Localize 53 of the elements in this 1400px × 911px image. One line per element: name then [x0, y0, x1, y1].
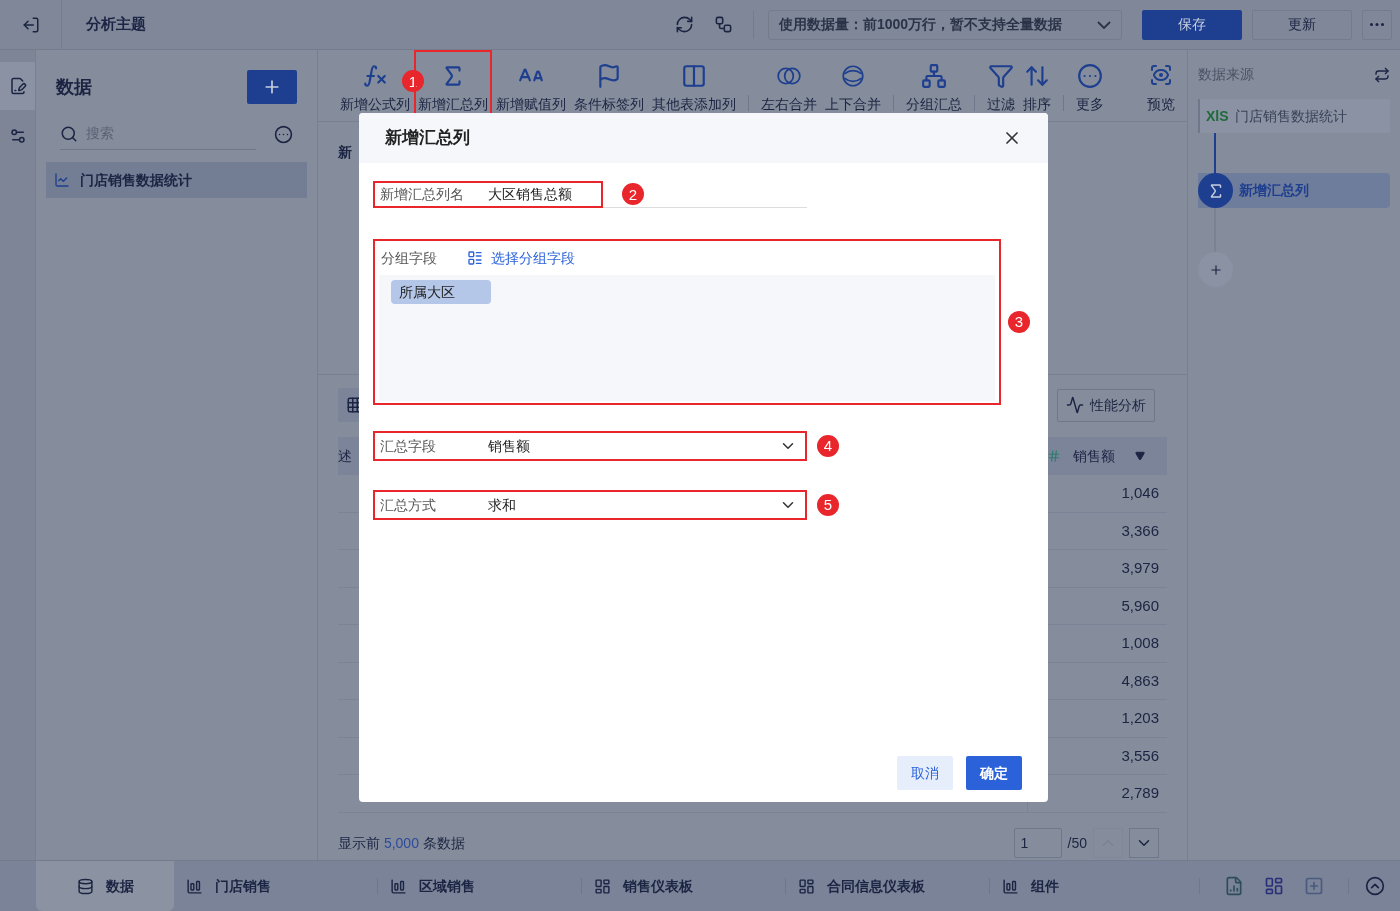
dialog-title: 新增汇总列 [385, 127, 470, 150]
column-header: 述 [338, 446, 352, 466]
update-button[interactable]: 更新 [1252, 9, 1352, 40]
cancel-button[interactable]: 取消 [897, 756, 953, 790]
table-cell-text: 3,366 [1121, 520, 1159, 541]
toolbar-button[interactable]: 排序 [1019, 50, 1055, 121]
toolbar-button[interactable]: 过滤 [983, 50, 1019, 121]
data-limit-dropdown[interactable]: 使用数据量：前1000万行，暂不支持全量数据 [768, 9, 1122, 40]
annotation-badge: 2 [622, 183, 644, 205]
toolbar-button[interactable]: 分组汇总 [902, 50, 966, 121]
dataset-item[interactable]: 门店销售数据统计 [46, 162, 307, 198]
annotation-badge: 5 [817, 493, 839, 516]
source-card[interactable]: XlS 门店销售数据统计 [1198, 99, 1390, 133]
name-field[interactable]: 新增汇总列名 大区销售总额 [373, 181, 603, 208]
panel-title: 数据 [56, 75, 92, 99]
file-type-label: XlS [1206, 106, 1229, 126]
toolbar-button[interactable]: 左右合并 [757, 50, 821, 121]
page-total: /50 [1067, 833, 1087, 853]
performance-button[interactable]: 性能分析 [1057, 388, 1155, 422]
table-cell-text: 4,863 [1121, 670, 1159, 691]
row-count-text: 显示前 5,000 条数据 [338, 833, 465, 853]
select-group-link[interactable]: 选择分组字段 [467, 247, 575, 269]
page-title: 分析主题 [86, 14, 146, 35]
table-cell-text: 1,046 [1121, 483, 1159, 503]
field-chip[interactable]: 所属大区 [391, 280, 491, 304]
select-field[interactable]: 汇总方式 求和 [373, 490, 807, 520]
toolbar-button[interactable]: 其他表添加列 [648, 50, 740, 121]
source-label: 门店销售数据统计 [1234, 106, 1347, 126]
confirm-button[interactable]: 确定 [966, 756, 1022, 790]
toolbar-button[interactable]: 预览 [1145, 50, 1177, 121]
canvas-title: 新 [338, 144, 352, 160]
toolbar-button[interactable]: 上下合并 [821, 50, 885, 121]
table-cell-text: 1,203 [1121, 708, 1159, 728]
table-cell-text: 3,979 [1121, 558, 1159, 578]
toolbar-button[interactable]: 新增赋值列 [492, 50, 570, 121]
toolbar-button[interactable]: 条件标签列 [570, 50, 648, 121]
table-cell-text: 3,556 [1121, 745, 1159, 766]
save-button[interactable]: 保存 [1142, 9, 1242, 40]
select-field[interactable]: 汇总字段 销售额 [373, 431, 807, 461]
table-cell-text: 5,960 [1121, 595, 1159, 616]
table-cell-text: 1,008 [1121, 633, 1159, 653]
dataset-label: 门店销售数据统计 [80, 170, 192, 190]
field-label: 分组字段 [381, 248, 437, 268]
column-header: 销售额 [1073, 446, 1115, 466]
toolbar-button[interactable]: 更多 [1072, 50, 1108, 121]
page-field[interactable]: 1 [1013, 828, 1062, 858]
step-node[interactable]: 新增汇总列 [1198, 173, 1390, 208]
table-cell-text: 2,789 [1121, 783, 1159, 803]
lineage-title: 数据来源 [1198, 65, 1254, 84]
annotation-badge: 3 [1008, 310, 1030, 333]
bottom-tab[interactable]: 数据 [36, 861, 174, 911]
annotation-badge: 4 [817, 434, 839, 457]
step-label: 新增汇总列 [1239, 181, 1309, 200]
